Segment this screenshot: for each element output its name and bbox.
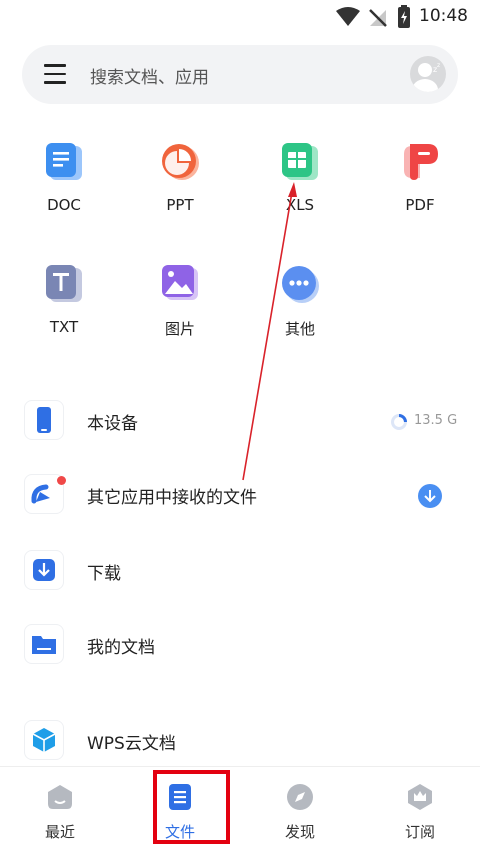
- compass-icon: [287, 784, 313, 810]
- recent-icon: [48, 785, 72, 809]
- nav-label: 发现: [284, 823, 315, 841]
- annotation-arrow: [242, 182, 297, 481]
- nav-label: 最近: [44, 823, 75, 841]
- nav-label: 订阅: [404, 823, 435, 841]
- nav-recent[interactable]: 最近: [0, 767, 120, 854]
- nav-subscribe[interactable]: 订阅: [360, 767, 480, 854]
- bottom-nav: 最近 文件 发现 订阅: [0, 766, 480, 854]
- highlight-box: [153, 770, 230, 844]
- crown-icon: [408, 784, 432, 810]
- nav-discover[interactable]: 发现: [240, 767, 360, 854]
